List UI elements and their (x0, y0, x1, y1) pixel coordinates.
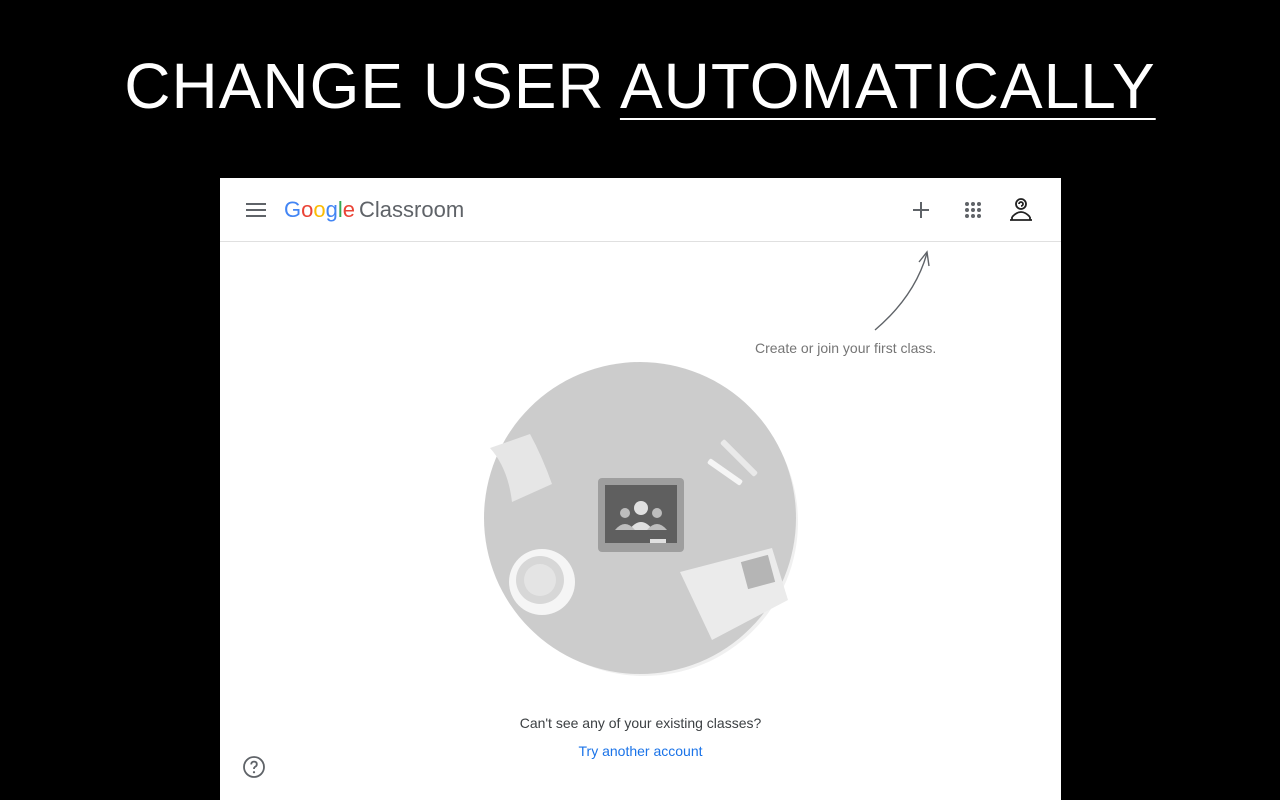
top-app-bar: Google Classroom (220, 178, 1061, 242)
try-another-account-link[interactable]: Try another account (220, 743, 1061, 759)
logo-letter: o (313, 197, 326, 222)
logo-letter: o (301, 197, 314, 222)
menu-icon[interactable] (246, 203, 266, 217)
classroom-illustration (484, 362, 798, 676)
account-icon[interactable] (1005, 194, 1037, 226)
cant-see-classes-text: Can't see any of your existing classes? (519, 715, 762, 731)
logo-letter: G (284, 197, 302, 222)
logo-letter: g (325, 197, 338, 222)
plus-icon[interactable] (905, 194, 937, 226)
headline-part-2: AUTOMATICALLY (619, 50, 1156, 122)
help-icon[interactable] (242, 755, 266, 779)
google-classroom-logo[interactable]: Google Classroom (284, 196, 464, 224)
headline-part-1: CHANGE USER (124, 50, 620, 122)
apps-grid-icon[interactable] (957, 194, 989, 226)
create-join-hint: Create or join your first class. (755, 340, 937, 356)
classroom-window: Google Classroom Create or join your fir… (220, 178, 1061, 800)
logo-letter: e (342, 197, 356, 222)
arrow-icon (874, 250, 930, 331)
promo-headline: CHANGE USER AUTOMATICALLY (0, 48, 1280, 124)
product-name: Classroom (359, 197, 465, 222)
